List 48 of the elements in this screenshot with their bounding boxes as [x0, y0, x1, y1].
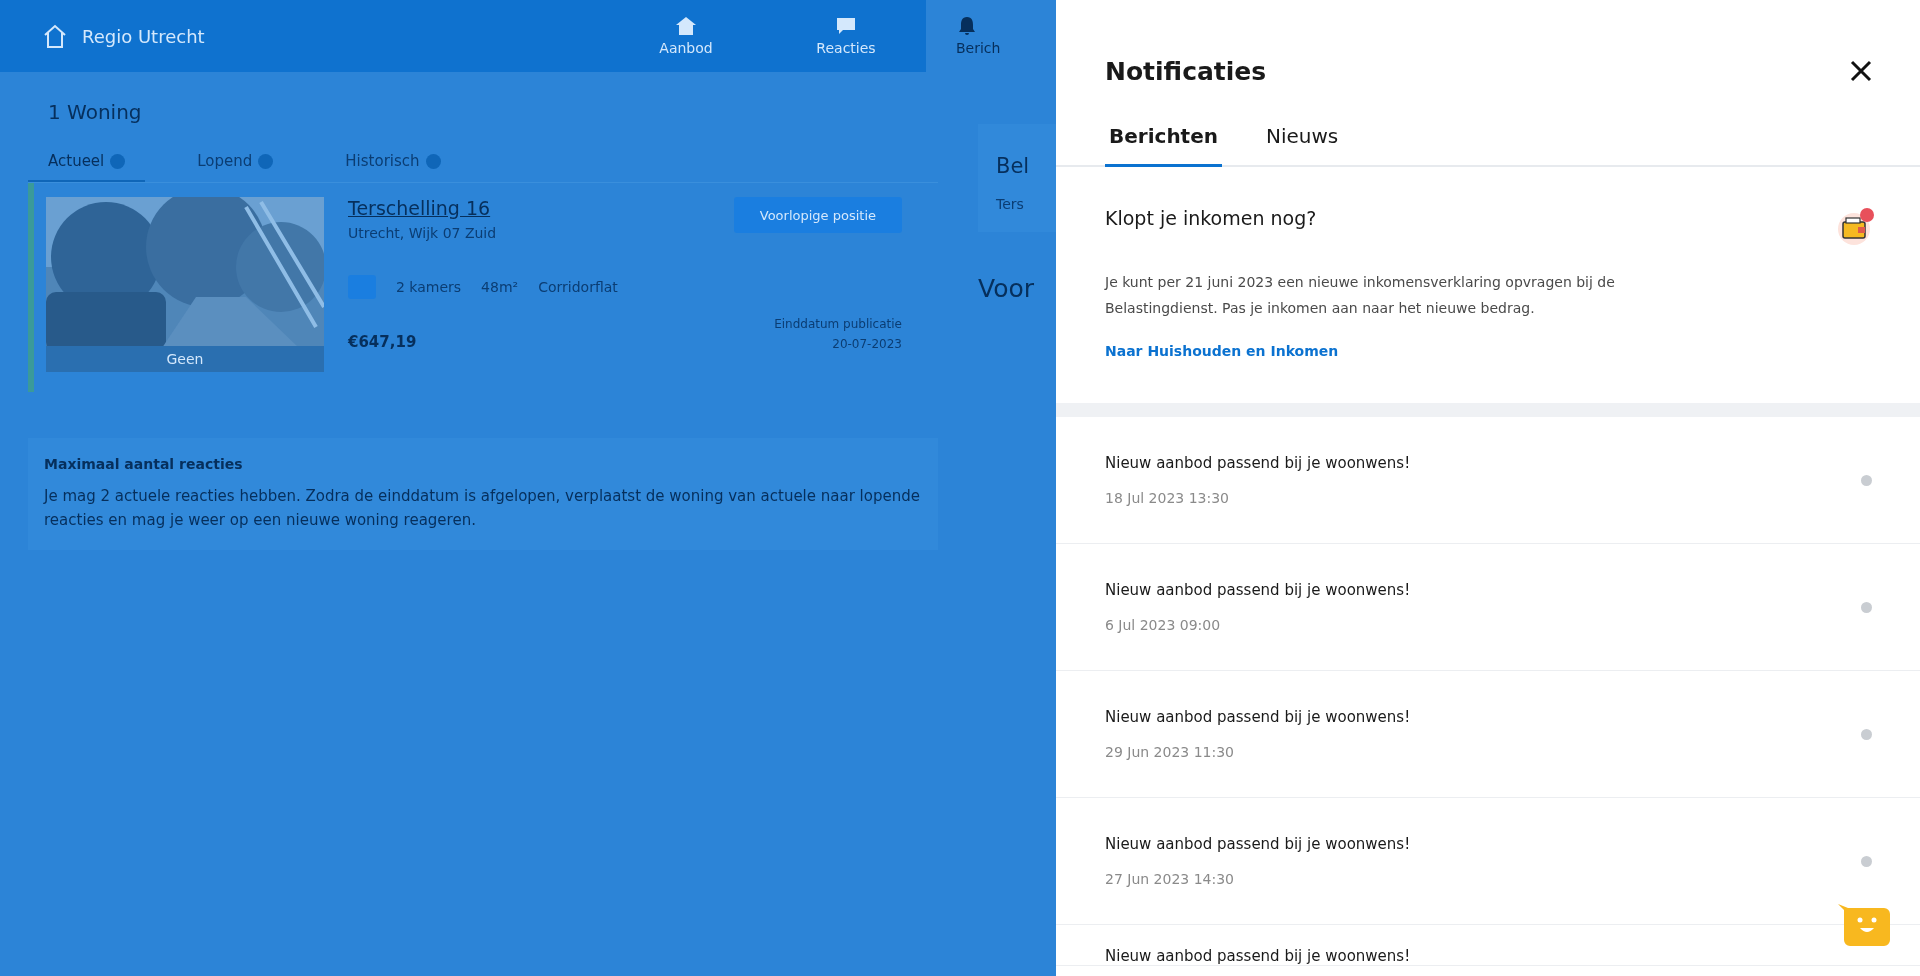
end-date: 20-07-2023 [831, 337, 902, 351]
message-date: 6 Jul 2023 09:00 [1105, 617, 1222, 633]
side-card-text: Ters [996, 196, 1025, 212]
count-badge [258, 153, 274, 169]
tab[interactable]: Actueel [28, 152, 146, 182]
notification-title: Klopt je inkomen nog? [1105, 207, 1317, 229]
tab[interactable]: Lopend [177, 152, 294, 182]
tab[interactable]: Historisch [325, 152, 461, 182]
listing-price: €647,19 [348, 333, 417, 351]
house-icon [42, 23, 68, 49]
chat-icon [835, 16, 857, 36]
message-row[interactable]: Nieuw aanbod passend bij je woonwens! 6 Jul 2023 09:00 [1056, 544, 1920, 671]
message-title: Nieuw aanbod passend bij je woonwens! [1105, 454, 1411, 472]
nav-item[interactable]: Berich [926, 0, 1056, 72]
page-heading: 1 Woning [48, 100, 143, 124]
info-text: Je mag 2 actuele reacties hebben. Zodra de einddatum is afgelopen, verplaatst de woning van actuele naar lopende reacties en mag je weer op een nieuwe woning reageren. [44, 486, 921, 531]
message-date: 29 Jun 2023 11:30 [1105, 744, 1235, 760]
listing-feature: 2 kamers [396, 279, 462, 295]
nav-item[interactable]: Aanbod [606, 0, 766, 72]
message-date: 18 Jul 2023 13:30 [1105, 490, 1231, 506]
message-title: Nieuw aanbod passend bij je woonwens! [1105, 581, 1411, 599]
brand-name: Regio Utrecht [82, 25, 205, 47]
house-icon [675, 16, 697, 36]
count-badge [110, 153, 126, 169]
panel-title: Notificaties [1105, 56, 1267, 86]
tab[interactable]: Nieuws [1262, 124, 1343, 167]
listing-address: Utrecht, Wijk 07 Zuid [348, 225, 497, 241]
message-date: 27 Jun 2023 14:30 [1105, 871, 1235, 887]
message-title: Nieuw aanbod passend bij je woonwens! [1105, 947, 1411, 965]
end-date-label: Einddatum publicatie [774, 317, 902, 331]
side-card-title: Bel [996, 154, 1031, 178]
message-title: Nieuw aanbod passend bij je woonwens! [1105, 708, 1411, 726]
position-button[interactable]: Voorlopige positie [733, 197, 902, 233]
listing-feature: 48m² [481, 279, 519, 295]
message-row[interactable]: Nieuw aanbod passend bij je woonwens! 18 Jul 2023 13:30 [1056, 417, 1920, 544]
nav-item[interactable]: Reacties [766, 0, 926, 72]
bell-icon [956, 16, 978, 36]
notification-link[interactable]: Naar Huishouden en Inkomen [1105, 343, 1339, 359]
tab[interactable]: Berichten [1105, 124, 1222, 167]
message-row[interactable]: Nieuw aanbod passend bij je woonwens! 29 Jun 2023 11:30 [1056, 671, 1920, 798]
info-title: Maximaal aantal reacties [44, 456, 244, 472]
listing-title[interactable]: Terschelling 16 [348, 197, 491, 219]
image-caption: Geen [166, 351, 204, 367]
notification-text: Je kunt per 21 juni 2023 een nieuwe inkomensverklaring opvragen bij de Belastingdienst. Pas je inkomen aan naar het nieuwe bedrag. [1105, 273, 1616, 318]
listing-feature: Corridorflat [538, 279, 618, 295]
message-title: Nieuw aanbod passend bij je woonwens! [1105, 835, 1411, 853]
count-badge [425, 153, 441, 169]
section-title: Voor [978, 274, 1036, 303]
